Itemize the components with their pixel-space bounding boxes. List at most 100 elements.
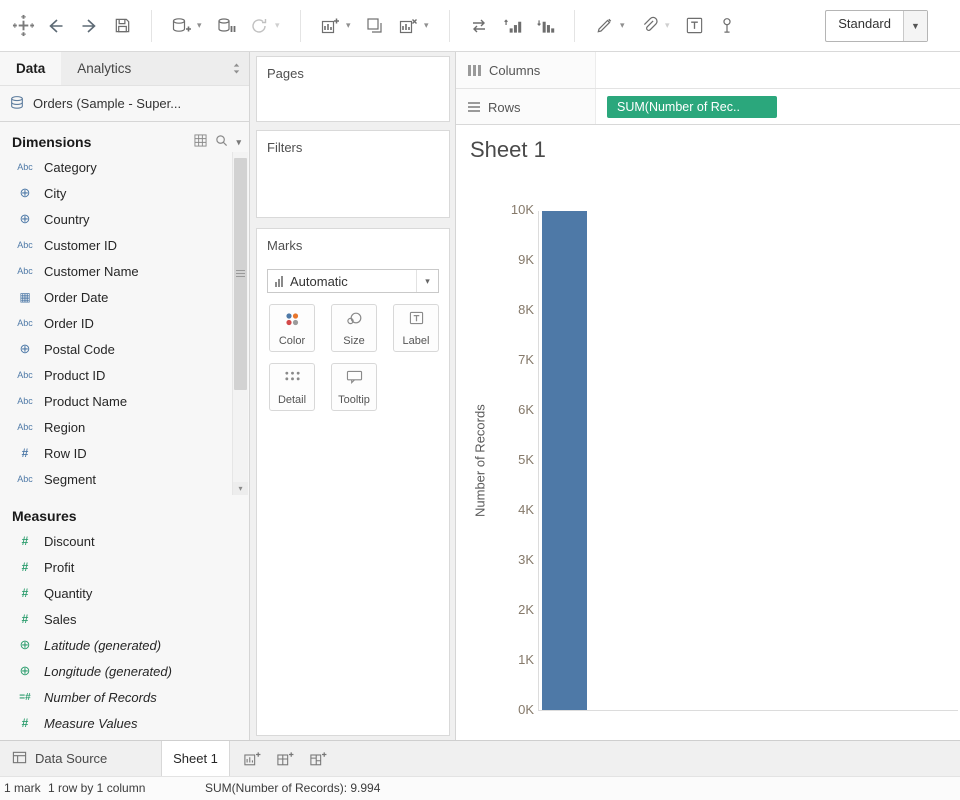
status-aggregation: SUM(Number of Records): 9.994 <box>205 781 381 795</box>
save-button[interactable] <box>109 10 135 42</box>
field-row-order-date[interactable]: Order Date <box>0 284 249 310</box>
fit-dropdown[interactable]: Standard ▼ <box>825 9 928 42</box>
columns-shelf[interactable]: Columns <box>456 52 960 89</box>
tab-sheet1[interactable]: Sheet 1 <box>162 741 230 776</box>
chevron-down-icon[interactable]: ▾ <box>197 20 206 31</box>
fix-axes-pin-button[interactable] <box>714 10 740 42</box>
scrollbar-down-arrow[interactable]: ▾ <box>233 482 248 495</box>
y-axis-tick: 2K <box>518 602 534 617</box>
field-row-sales[interactable]: Sales <box>0 606 249 632</box>
dimensions-scrollbar[interactable]: ▾ <box>232 152 248 495</box>
field-row-latitude[interactable]: Latitude (generated) <box>0 632 249 658</box>
duplicate-sheet-button[interactable] <box>362 10 388 42</box>
clear-sheet-button[interactable] <box>395 10 421 42</box>
tab-analytics[interactable]: Analytics <box>61 52 147 85</box>
pane-control-icon[interactable] <box>231 52 242 85</box>
chevron-down-icon[interactable]: ▾ <box>424 20 433 31</box>
field-row-number-of-records[interactable]: Number of Records <box>0 684 249 710</box>
field-row-measure-values[interactable]: Measure Values <box>0 710 249 736</box>
field-label: Profit <box>44 559 75 575</box>
new-worksheet-button[interactable] <box>317 10 343 42</box>
globe-icon <box>12 663 38 679</box>
chevron-down-icon[interactable]: ▾ <box>346 20 355 31</box>
number-icon <box>12 560 38 574</box>
field-row-profit[interactable]: Profit <box>0 554 249 580</box>
new-data-source-button[interactable] <box>168 10 194 42</box>
pages-shelf[interactable]: Pages <box>256 56 450 122</box>
measures-header: Measures <box>0 504 249 528</box>
filters-shelf-title: Filters <box>267 140 303 155</box>
field-row-order-id[interactable]: Order ID <box>0 310 249 336</box>
pause-auto-updates-button[interactable] <box>213 10 239 42</box>
field-row-product-id[interactable]: Product ID <box>0 362 249 388</box>
field-row-country[interactable]: Country <box>0 206 249 232</box>
scrollbar-thumb[interactable] <box>234 158 247 390</box>
field-row-segment[interactable]: Segment <box>0 466 249 492</box>
label-button[interactable]: Label <box>393 304 439 352</box>
field-label: Latitude (generated) <box>44 637 162 653</box>
redo-button[interactable] <box>76 10 102 42</box>
paperclip-attach-button[interactable] <box>636 10 662 42</box>
new-worksheet-tab-button[interactable] <box>238 745 266 773</box>
search-icon[interactable] <box>215 134 228 150</box>
sheet-title[interactable]: Sheet 1 <box>470 137 546 163</box>
field-row-quantity[interactable]: Quantity <box>0 580 249 606</box>
chevron-down-icon[interactable]: ▾ <box>275 20 284 31</box>
y-axis-tick: 8K <box>518 302 534 317</box>
tooltip-button[interactable]: Tooltip <box>331 363 377 411</box>
mark-type-dropdown[interactable]: Automatic ▾ <box>267 269 439 293</box>
dimensions-header-label: Dimensions <box>12 134 92 150</box>
color-button[interactable]: Color <box>269 304 315 352</box>
chevron-down-icon[interactable]: ▾ <box>665 20 674 31</box>
size-button[interactable]: Size <box>331 304 377 352</box>
sort-ascending-button[interactable] <box>499 10 525 42</box>
rows-shelf[interactable]: Rows SUM(Number of Rec.. <box>456 89 960 126</box>
sort-descending-button[interactable] <box>532 10 558 42</box>
field-row-product-name[interactable]: Product Name <box>0 388 249 414</box>
datasource-label: Orders (Sample - Super... <box>33 96 182 111</box>
detail-button[interactable]: Detail <box>269 363 315 411</box>
database-icon <box>9 95 25 113</box>
toolbar-separator <box>151 9 152 42</box>
bar-mark[interactable] <box>542 211 587 710</box>
field-row-discount[interactable]: Discount <box>0 528 249 554</box>
field-row-postal-code[interactable]: Postal Code <box>0 336 249 362</box>
field-row-category[interactable]: Category <box>0 154 249 180</box>
marks-card[interactable]: Marks Automatic ▾ Color Size Label Detai… <box>256 228 450 736</box>
measures-list: Discount Profit Quantity Sales Latitude … <box>0 528 249 736</box>
field-row-customer-id[interactable]: Customer ID <box>0 232 249 258</box>
tab-data[interactable]: Data <box>0 52 62 85</box>
text-field-icon <box>12 318 38 328</box>
field-label: Row ID <box>44 445 87 461</box>
highlight-button[interactable] <box>591 10 617 42</box>
tooltip-icon <box>332 370 376 385</box>
fit-dropdown-value: Standard <box>838 15 891 31</box>
plot-area <box>538 211 958 711</box>
field-row-customer-name[interactable]: Customer Name <box>0 258 249 284</box>
field-row-longitude[interactable]: Longitude (generated) <box>0 658 249 684</box>
chevron-down-icon[interactable]: ▾ <box>620 20 629 31</box>
columns-icon <box>468 64 481 76</box>
chevron-down-icon[interactable]: ▼ <box>903 10 927 41</box>
sheet-canvas[interactable]: Sheet 1 Number of Records 10K 9K 8K 7K 6… <box>456 124 960 741</box>
run-auto-updates-button[interactable] <box>246 10 272 42</box>
datasource-item[interactable]: Orders (Sample - Super... <box>0 86 249 122</box>
swap-rows-columns-button[interactable] <box>466 10 492 42</box>
field-row-region[interactable]: Region <box>0 414 249 440</box>
data-source-tab-label: Data Source <box>35 751 108 766</box>
filters-shelf[interactable]: Filters <box>256 130 450 218</box>
rows-pill-sum-number-of-records[interactable]: SUM(Number of Rec.. <box>607 96 777 118</box>
toolbar-separator <box>300 9 301 42</box>
tab-data-source[interactable]: Data Source <box>0 741 162 776</box>
undo-button[interactable] <box>43 10 69 42</box>
field-row-city[interactable]: City <box>0 180 249 206</box>
new-dashboard-tab-button[interactable] <box>271 745 299 773</box>
data-source-tab-icon <box>12 750 27 768</box>
new-story-tab-button[interactable] <box>304 745 332 773</box>
field-label: Number of Records <box>44 689 157 705</box>
view-data-grid-icon[interactable] <box>194 134 208 150</box>
field-row-row-id[interactable]: Row ID <box>0 440 249 466</box>
field-label: Order ID <box>44 315 94 331</box>
show-mark-labels-button[interactable] <box>681 10 707 42</box>
chevron-down-icon[interactable]: ▾ <box>236 137 241 148</box>
